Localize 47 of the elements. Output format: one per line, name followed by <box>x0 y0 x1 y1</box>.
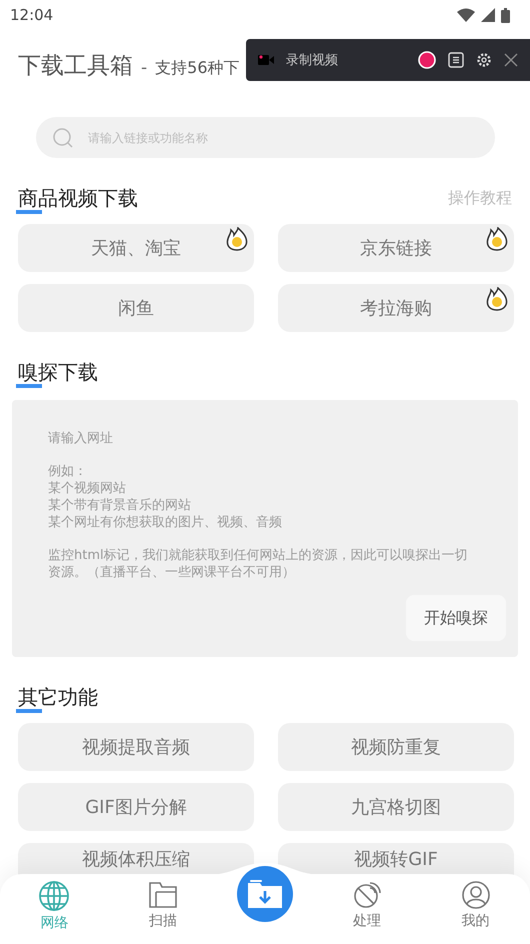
start-sniff-button[interactable]: 开始嗅探 <box>406 595 506 641</box>
hint-text: 某个带有背景音乐的网站 <box>48 497 192 514</box>
battery-icon <box>501 8 510 22</box>
camera-icon <box>258 54 274 66</box>
hint-text: 例如： <box>48 463 88 480</box>
nav-tab[interactable]: 我的 <box>440 880 511 930</box>
list-icon[interactable] <box>448 52 464 68</box>
record-button-icon[interactable] <box>418 51 436 69</box>
tool-button[interactable]: 视频防重复 <box>278 723 514 771</box>
tool-button[interactable]: 视频提取音频 <box>18 723 254 771</box>
title-underline <box>16 384 42 388</box>
search-icon <box>52 127 74 149</box>
folder-icon <box>148 880 178 910</box>
platform-button[interactable]: 考拉海购 <box>278 284 514 332</box>
settings-icon[interactable] <box>476 52 492 68</box>
tool-button[interactable]: GIF图片分解 <box>18 783 254 831</box>
url-input-area[interactable]: 请输入网址 例如： 某个视频网站 某个带有背景音乐的网站 某个网址有你想获取的图片、视频、音频 监控html标记，我们就能获取到任何网站上的资源，因此可以嗅探出一切资源。（直播平台、一些网课平台不可用） 开始嗅探 <box>12 400 518 657</box>
hint-text: 某个网址有你想获取的图片、视频、音频 <box>48 514 283 531</box>
hint-text: 监控html标记，我们就能获取到任何网站上的资源，因此可以嗅探出一切资源。（直播平台、一些网课平台不可用） <box>48 547 469 581</box>
hint-text: 某个视频网站 <box>48 480 127 497</box>
nav-tab[interactable]: 扫描 <box>128 880 198 930</box>
record-video-label: 录制视频 <box>286 52 339 69</box>
hint-text: 请输入网址 <box>48 430 114 447</box>
download-folder-icon <box>246 879 283 909</box>
section-title: 嗅探下载 <box>18 360 98 384</box>
app-subtitle: 支持56种下 <box>155 58 240 79</box>
wifi-icon <box>457 8 475 22</box>
satellite-dish-icon <box>352 880 382 910</box>
tool-button[interactable]: 视频体积压缩 <box>18 843 254 875</box>
globe-icon <box>38 880 70 912</box>
signal-icon <box>481 8 495 22</box>
close-icon[interactable] <box>504 53 518 67</box>
title-underline <box>16 210 42 214</box>
title-underline <box>16 709 42 713</box>
platform-button[interactable]: 京东链接 <box>278 224 514 272</box>
tool-button[interactable]: 九宫格切图 <box>278 783 514 831</box>
platform-button[interactable]: 天猫、淘宝 <box>18 224 254 272</box>
title-separator: - <box>141 58 148 78</box>
app-title: 下载工具箱 <box>18 52 133 81</box>
tool-button[interactable]: 视频转GIF <box>278 843 514 875</box>
section-title: 商品视频下载 <box>18 186 138 210</box>
status-time: 12:04 <box>10 6 54 24</box>
platform-button[interactable]: 闲鱼 <box>18 284 254 332</box>
section-title: 其它功能 <box>18 685 98 709</box>
nav-tab[interactable]: 处理 <box>332 880 402 930</box>
nav-tab[interactable]: 网络 <box>19 880 90 932</box>
user-icon <box>460 880 491 910</box>
